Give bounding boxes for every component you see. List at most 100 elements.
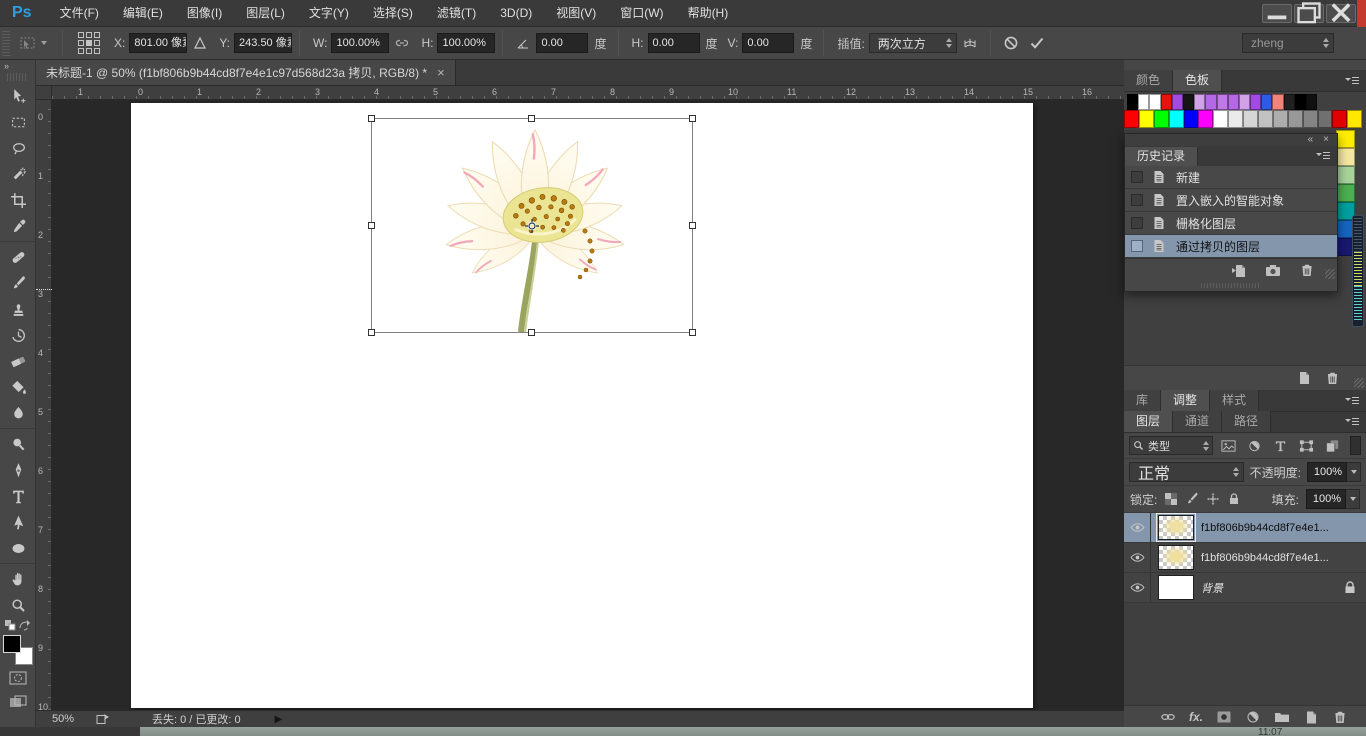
menu-item-4[interactable]: 文字(Y) <box>297 0 361 26</box>
zoom-level-field[interactable]: 50% <box>52 713 96 725</box>
new-swatch-icon[interactable] <box>1296 371 1311 385</box>
eraser-tool[interactable] <box>0 348 36 374</box>
history-source-checkbox[interactable] <box>1131 217 1143 229</box>
layer-name[interactable]: f1bf806b9b44cd8f7e4e1... <box>1201 522 1366 534</box>
menu-item-8[interactable]: 视图(V) <box>544 0 608 26</box>
layer-row[interactable]: f1bf806b9b44cd8f7e4e1... <box>1124 543 1366 573</box>
crop-tool[interactable] <box>0 187 36 213</box>
history-source-checkbox[interactable] <box>1131 240 1143 252</box>
lock-image-pixels-icon[interactable] <box>1185 492 1199 506</box>
color-swatch[interactable] <box>1272 94 1284 110</box>
history-state[interactable]: 通过拷贝的图层 <box>1125 235 1337 258</box>
layer-name[interactable]: 背景 <box>1201 580 1344 596</box>
transform-handle-n[interactable] <box>528 115 535 122</box>
type-tool[interactable] <box>0 483 36 509</box>
foreground-color-swatch[interactable] <box>2 635 21 653</box>
color-swatch[interactable] <box>1168 110 1184 128</box>
color-group-tab[interactable]: 色板 <box>1173 70 1223 91</box>
color-swatch[interactable] <box>1198 110 1214 128</box>
v-skew-field[interactable]: 0.00 <box>742 33 795 53</box>
path-selection-tool[interactable] <box>0 509 36 535</box>
reference-point-locator[interactable] <box>78 32 100 54</box>
color-swatch[interactable] <box>1194 94 1206 110</box>
rectangular-marquee-tool[interactable] <box>0 109 36 135</box>
interpolation-select[interactable]: 两次立方 <box>868 33 957 53</box>
warp-mode-icon[interactable] <box>961 34 979 52</box>
new-group-icon[interactable] <box>1274 710 1290 724</box>
history-state[interactable]: 置入嵌入的智能对象 <box>1125 189 1337 212</box>
workspace-select[interactable]: zheng <box>1242 33 1334 53</box>
h-skew-field[interactable]: 0.00 <box>647 33 700 53</box>
document-tab[interactable]: 未标题-1 @ 50% (f1bf806b9b44cd8f7e4e1c97d56… <box>36 60 456 85</box>
color-swatch[interactable] <box>1283 94 1295 110</box>
zoom-tool[interactable] <box>0 592 36 618</box>
pen-tool[interactable] <box>0 457 36 483</box>
history-drag-handle[interactable] <box>1125 281 1337 289</box>
fill-field[interactable]: 100% <box>1306 489 1360 509</box>
transform-handle-ne[interactable] <box>689 115 696 122</box>
layer-name[interactable]: f1bf806b9b44cd8f7e4e1... <box>1201 552 1366 564</box>
new-snapshot-icon[interactable] <box>1265 263 1281 277</box>
paint-bucket-tool[interactable] <box>0 374 36 400</box>
layer-filter-toggle[interactable] <box>1350 436 1361 455</box>
color-swatch[interactable] <box>1250 94 1262 110</box>
color-swatch[interactable] <box>1238 94 1251 110</box>
menu-item-5[interactable]: 选择(S) <box>361 0 425 26</box>
color-swatch[interactable] <box>1336 130 1355 148</box>
color-swatch[interactable] <box>1336 148 1355 166</box>
menu-item-10[interactable]: 帮助(H) <box>676 0 741 26</box>
panel-resize-grip[interactable] <box>1354 378 1364 388</box>
color-group-tab[interactable]: 颜色 <box>1124 70 1174 91</box>
delete-layer-icon[interactable] <box>1332 710 1348 724</box>
menu-item-2[interactable]: 图像(I) <box>175 0 234 26</box>
delete-swatch-icon[interactable] <box>1325 371 1340 385</box>
color-swatch[interactable] <box>1228 110 1244 128</box>
delete-state-icon[interactable] <box>1299 263 1315 277</box>
cancel-transform-icon[interactable] <box>1002 34 1020 52</box>
mid-group-tab[interactable]: 库 <box>1124 390 1162 411</box>
spot-healing-brush-tool[interactable] <box>0 241 36 270</box>
transform-handle-e[interactable] <box>689 221 696 229</box>
link-layers-icon[interactable] <box>1160 710 1176 724</box>
lock-transparent-pixels-icon[interactable] <box>1164 492 1178 506</box>
filter-adjustment-layers-icon[interactable] <box>1244 436 1265 455</box>
canvas[interactable] <box>131 103 1033 708</box>
new-document-from-state-icon[interactable] <box>1231 263 1247 277</box>
transform-reference-point[interactable] <box>525 218 539 233</box>
swap-colors-icon[interactable] <box>18 620 30 631</box>
ruler-corner[interactable] <box>36 86 52 100</box>
fill-dropdown-icon[interactable] <box>1346 489 1360 509</box>
menu-item-9[interactable]: 窗口(W) <box>608 0 675 26</box>
layer-row[interactable]: f1bf806b9b44cd8f7e4e1... <box>1124 513 1366 543</box>
layer-style-fx-icon[interactable]: fx. <box>1189 710 1203 724</box>
history-brush-tool[interactable] <box>0 322 36 348</box>
menu-item-0[interactable]: 文件(F) <box>48 0 111 26</box>
opacity-field[interactable]: 100% <box>1307 462 1361 482</box>
layer-group-tab[interactable]: 路径 <box>1222 411 1272 432</box>
filter-kind-select[interactable]: 类型 <box>1129 436 1213 455</box>
transform-handle-w[interactable] <box>368 221 375 229</box>
brush-tool[interactable] <box>0 270 36 296</box>
foreground-background-colors[interactable] <box>2 635 33 665</box>
menu-item-1[interactable]: 编辑(E) <box>111 0 175 26</box>
layer-row[interactable]: 背景 <box>1124 573 1366 603</box>
y-position-field[interactable]: 243.50 像素 <box>234 33 293 53</box>
clone-stamp-tool[interactable] <box>0 296 36 322</box>
eyedropper-tool[interactable] <box>0 213 36 239</box>
collapse-panel-icon[interactable]: « <box>1308 135 1314 145</box>
tool-preset-icon[interactable] <box>18 34 47 52</box>
color-swatch[interactable] <box>1302 110 1318 128</box>
quick-mask-icon[interactable] <box>9 671 27 685</box>
color-swatch[interactable] <box>1138 110 1154 128</box>
horizontal-ruler[interactable]: 1 0 1 2 3 4 5 6 7 8 9 10 11 12 13 14 15 16 <box>52 86 1124 100</box>
layer-group-tab[interactable]: 通道 <box>1173 411 1223 432</box>
relative-position-delta-icon[interactable] <box>191 34 209 52</box>
panel-menu-icon[interactable] <box>1344 411 1360 432</box>
color-swatch[interactable] <box>1317 110 1333 128</box>
color-swatch[interactable] <box>1160 94 1172 110</box>
blur-tool[interactable] <box>0 400 36 426</box>
layer-visibility-eye-icon[interactable] <box>1124 573 1151 602</box>
quick-selection-tool[interactable] <box>0 161 36 187</box>
layer-thumbnail[interactable] <box>1158 575 1194 600</box>
layer-group-tab[interactable]: 图层 <box>1124 411 1174 432</box>
